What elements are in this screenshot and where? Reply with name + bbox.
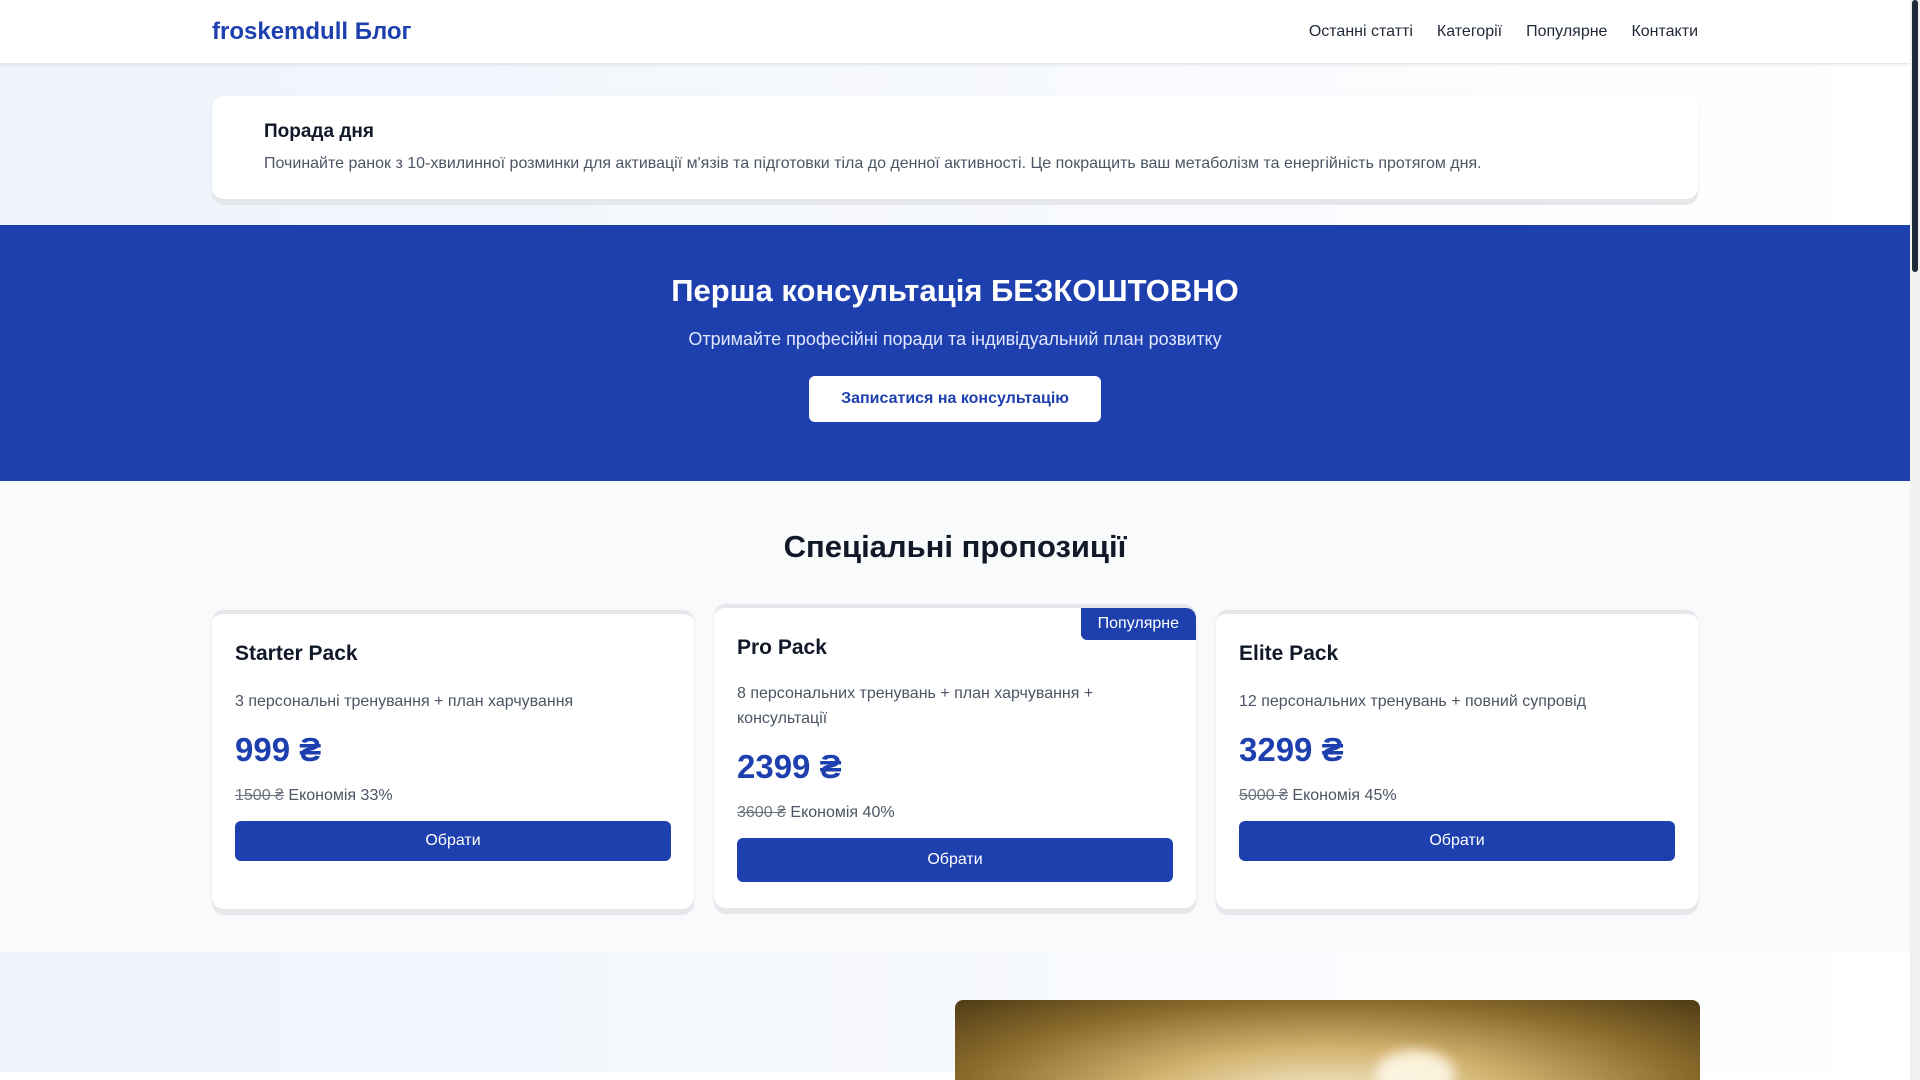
offer-card-elite: Elite Pack 12 персональних тренувань + п… <box>1216 610 1698 909</box>
nav-link-categories[interactable]: Категорії <box>1437 23 1502 41</box>
book-consultation-button[interactable]: Записатися на консультацію <box>809 376 1101 422</box>
site-header: froskemdull Блог Останні статті Категорі… <box>0 0 1910 64</box>
main-nav: Останні статті Категорії Популярне Конта… <box>1309 23 1698 41</box>
offer-card-savings: Економія 45% <box>1292 786 1397 804</box>
offer-card-savings-row: 5000 ₴ Економія 45% <box>1239 787 1675 805</box>
offer-card-savings-row: 1500 ₴ Економія 33% <box>235 787 671 805</box>
offer-card-savings: Економія 40% <box>790 803 895 821</box>
featured-image <box>955 1000 1700 1080</box>
offer-card-title: Starter Pack <box>235 642 358 665</box>
offer-card-savings-row: 3600 ₴ Економія 40% <box>737 804 1173 822</box>
offers-title: Спеціальні пропозиції <box>783 529 1127 564</box>
offer-card-old-price: 5000 ₴ <box>1239 786 1288 804</box>
popular-badge: Популярне <box>1080 608 1196 640</box>
select-pro-button[interactable]: Обрати <box>737 837 1173 882</box>
select-starter-button[interactable]: Обрати <box>235 820 671 861</box>
nav-link-contacts[interactable]: Контакти <box>1631 23 1698 41</box>
offer-card-pro: Популярне Pro Pack 8 персональних тренув… <box>714 604 1196 908</box>
tip-text: Починайте ранок з 10-хвилинної розминки … <box>264 155 1482 172</box>
scrollbar-thumb[interactable] <box>1912 0 1918 272</box>
image-highlight <box>1375 1050 1455 1080</box>
offer-card-description: 3 персональні тренування + план харчуван… <box>235 693 574 710</box>
offer-card-starter: Starter Pack 3 персональні тренування + … <box>212 610 694 909</box>
offer-card-price: 2399 ₴ <box>737 747 842 785</box>
banner-title: Перша консультація БЕЗКОШТОВНО <box>671 273 1239 308</box>
offer-card-savings: Економія 33% <box>288 786 393 804</box>
site-logo[interactable]: froskemdull Блог <box>212 18 412 46</box>
select-elite-button[interactable]: Обрати <box>1239 820 1675 861</box>
banner-subtitle: Отримайте професійні поради та індивідуа… <box>688 329 1222 349</box>
tip-section: Порада дня Починайте ранок з 10-хвилинно… <box>0 64 1910 225</box>
nav-link-latest[interactable]: Останні статті <box>1309 23 1413 41</box>
tip-card: Порада дня Починайте ранок з 10-хвилинно… <box>212 96 1698 199</box>
offer-card-description: 12 персональних тренувань + повний супро… <box>1239 693 1587 710</box>
offers-section: Спеціальні пропозиції Starter Pack 3 пер… <box>0 481 1910 952</box>
tip-title: Порада дня <box>264 121 374 142</box>
offer-card-title: Elite Pack <box>1239 642 1339 665</box>
bottom-section <box>0 952 1910 1080</box>
consultation-banner: Перша консультація БЕЗКОШТОВНО Отримайте… <box>0 225 1910 481</box>
offer-card-description: 8 персональних тренувань + план харчуван… <box>737 685 1094 727</box>
nav-link-popular[interactable]: Популярне <box>1526 23 1607 41</box>
offer-card-old-price: 3600 ₴ <box>737 803 786 821</box>
page-scrollbar[interactable] <box>1910 0 1920 1080</box>
offer-card-price: 999 ₴ <box>235 730 322 768</box>
header-inner: froskemdull Блог Останні статті Категорі… <box>212 0 1698 64</box>
offer-cards: Starter Pack 3 персональні тренування + … <box>212 604 1698 909</box>
page: froskemdull Блог Останні статті Категорі… <box>0 0 1910 1080</box>
offer-card-price: 3299 ₴ <box>1239 730 1344 768</box>
offer-card-old-price: 1500 ₴ <box>235 786 284 804</box>
